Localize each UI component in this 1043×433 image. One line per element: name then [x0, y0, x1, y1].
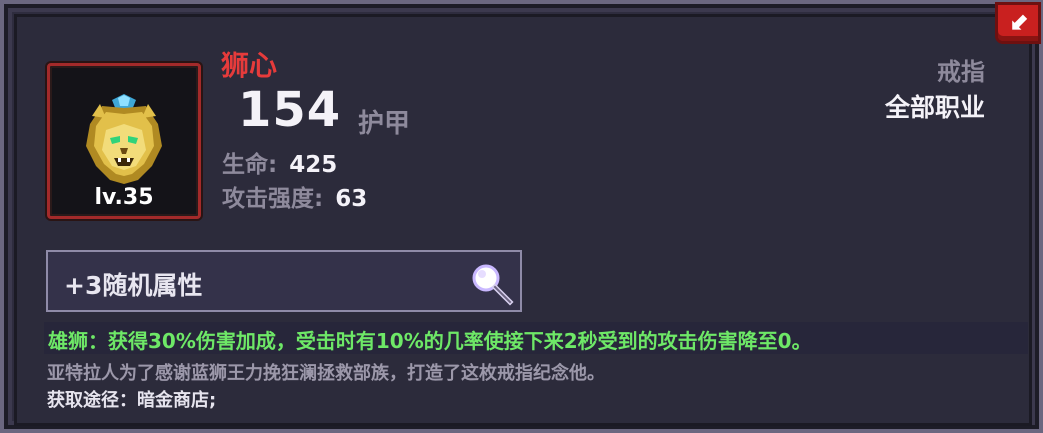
item-tooltip-panel: ⬋ lv.35 狮心 154 护甲 生命: 425 攻击强度: 63 戒指 全部… [0, 0, 1043, 433]
item-name: 狮心 [221, 49, 278, 82]
item-icon-slot: lv.35 [47, 63, 201, 219]
stat-health: 生命: 425 [222, 145, 337, 179]
stat-attack-power: 攻击强度: 63 [222, 179, 367, 213]
effect-row: 雄狮：获得30%伤害加成，受击时有10%的几率使接下来2秒受到的攻击伤害降至0。 [44, 322, 1028, 354]
golden-lion-head-icon [86, 94, 162, 184]
armor-value: 154 [238, 82, 342, 138]
item-lore: 亚特拉人为了感谢蓝狮王力挽狂澜拯救部族，打造了这枚戒指纪念他。 [47, 363, 605, 384]
close-button[interactable]: ⬋ [995, 2, 1041, 44]
item-source: 获取途径：暗金商店; [47, 390, 217, 411]
random-attributes-box[interactable]: +3随机属性 [46, 250, 522, 312]
armor-label: 护甲 [358, 109, 411, 139]
item-effect: 雄狮：获得30%伤害加成，受击时有10%的几率使接下来2秒受到的攻击伤害降至0。 [48, 329, 812, 353]
class-restriction: 全部职业 [884, 93, 985, 122]
item-type: 戒指 [937, 58, 985, 86]
close-icon: ⬋ [1010, 7, 1031, 35]
item-level: lv.35 [94, 185, 154, 210]
stat-value: 63 [335, 186, 368, 212]
magnifier-icon[interactable] [468, 260, 514, 306]
stat-label: 攻击强度: [222, 186, 324, 212]
stat-label: 生命: [222, 152, 278, 178]
random-attributes-label: +3随机属性 [64, 271, 203, 300]
stat-value: 425 [289, 152, 338, 178]
